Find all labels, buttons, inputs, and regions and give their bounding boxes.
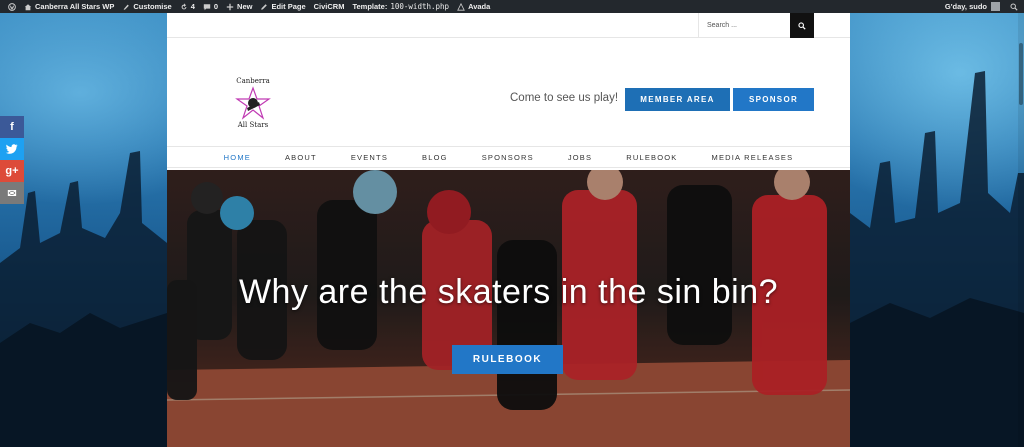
new-content-link[interactable]: New: [226, 2, 252, 11]
greeting-text: G'day, sudo: [944, 2, 987, 11]
customise-link[interactable]: Customise: [122, 2, 172, 11]
site-name: Canberra All Stars WP: [35, 2, 115, 11]
comments-link[interactable]: 0: [203, 2, 218, 11]
new-label: New: [237, 2, 253, 11]
twitter-icon: [6, 144, 18, 154]
page-scrollbar[interactable]: [1018, 13, 1024, 447]
logo-text-top: Canberra: [236, 77, 270, 85]
search-placeholder: Search ...: [707, 22, 737, 29]
updates-link[interactable]: 4: [180, 2, 195, 11]
avada-label: Avada: [468, 2, 491, 11]
comment-icon: [203, 3, 211, 10]
site-header: Canberra All Stars Come to see us play! …: [167, 38, 850, 147]
wp-admin-bar: Canberra All Stars WP Customise 4 0 New …: [0, 0, 1024, 13]
nav-item-home[interactable]: HOME: [207, 153, 268, 162]
nav-item-rulebook[interactable]: RULEBOOK: [609, 153, 694, 162]
search-icon: [798, 21, 806, 30]
edit-page-link[interactable]: Edit Page: [260, 2, 306, 11]
avada-link[interactable]: Avada: [457, 2, 490, 11]
search-submit-button[interactable]: [790, 13, 814, 38]
nav-item-events[interactable]: EVENTS: [334, 153, 405, 162]
home-icon: [24, 3, 32, 10]
social-share-bar: f g+ ✉: [0, 116, 24, 204]
nav-item-sponsors[interactable]: SPONSORS: [465, 153, 551, 162]
google-plus-share-button[interactable]: g+: [0, 160, 24, 182]
plus-icon: [226, 3, 234, 10]
main-page: Search ... Canberra All Stars Come to se…: [167, 13, 850, 447]
edit-page-label: Edit Page: [271, 2, 306, 11]
twitter-share-button[interactable]: [0, 138, 24, 160]
rulebook-button[interactable]: RULEBOOK: [452, 345, 563, 374]
wordpress-logo-icon[interactable]: [8, 2, 16, 11]
nav-item-about[interactable]: ABOUT: [268, 153, 334, 162]
nav-item-media-releases[interactable]: MEDIA RELEASES: [695, 153, 811, 162]
search-icon[interactable]: [1010, 2, 1018, 11]
civicrm-label: CiviCRM: [313, 2, 345, 11]
brush-icon: [123, 4, 130, 10]
template-file: 100-width.php: [390, 2, 450, 11]
customise-label: Customise: [133, 2, 172, 11]
my-account-menu[interactable]: G'day, sudo: [945, 2, 1018, 11]
updates-count: 4: [190, 2, 195, 11]
email-icon: ✉: [7, 187, 17, 200]
nav-item-blog[interactable]: BLOG: [405, 153, 465, 162]
facebook-share-button[interactable]: f: [0, 116, 24, 138]
sponsor-button[interactable]: SPONSOR: [733, 88, 814, 111]
email-share-button[interactable]: ✉: [0, 182, 24, 204]
main-navigation: HOME ABOUT EVENTS BLOG SPONSORS JOBS RUL…: [167, 147, 850, 168]
avatar: [991, 2, 1000, 11]
pencil-icon: [261, 3, 268, 10]
hero-title: Why are the skaters in the sin bin?: [238, 273, 779, 311]
canberra-all-stars-logo[interactable]: Canberra All Stars: [229, 72, 277, 130]
refresh-icon: [181, 2, 187, 9]
site-name-menu[interactable]: Canberra All Stars WP: [24, 2, 114, 11]
comments-count: 0: [213, 2, 219, 11]
template-label: Template:: [352, 2, 388, 11]
member-area-button[interactable]: MEMBER AREA: [625, 88, 730, 111]
header-tagline: Come to see us play!: [510, 92, 619, 104]
scrollbar-thumb[interactable]: [1019, 43, 1023, 105]
secondary-header: Search ...: [167, 13, 850, 38]
avada-logo-icon: [457, 2, 465, 11]
civicrm-link[interactable]: CiviCRM: [314, 2, 345, 11]
google-plus-icon: g+: [5, 165, 19, 177]
hero-slider: Why are the skaters in the sin bin? RULE…: [167, 170, 850, 447]
nav-item-jobs[interactable]: JOBS: [551, 153, 609, 162]
logo-text-bottom: All Stars: [237, 121, 269, 129]
template-info[interactable]: Template: 100-width.php: [352, 2, 449, 11]
facebook-icon: f: [10, 121, 14, 133]
